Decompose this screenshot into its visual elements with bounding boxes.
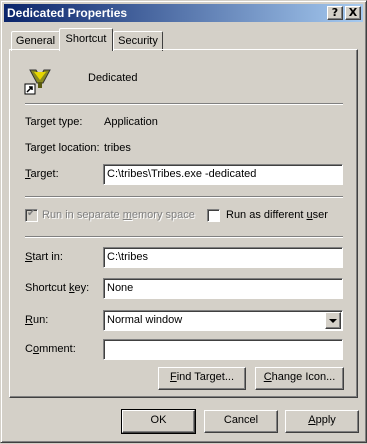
shortcut-key-label: Shortcut key: [25, 282, 90, 294]
run-select-value: Normal window [107, 314, 183, 326]
target-location-value: tribes [104, 142, 131, 154]
start-in-input[interactable]: C:\tribes [103, 247, 343, 268]
separator-3 [25, 236, 343, 238]
shortcut-name: Dedicated [88, 72, 138, 84]
separator-1 [25, 103, 343, 105]
separate-memory-label: Run in separate memory space [42, 209, 195, 221]
properties-dialog: Dedicated Properties ? X General Shortcu… [0, 0, 367, 443]
different-user-label: Run as different user [226, 209, 328, 221]
separator-2 [25, 196, 343, 198]
run-select[interactable]: Normal window [103, 310, 343, 331]
chevron-down-icon[interactable] [325, 312, 341, 329]
separate-memory-checkbox[interactable]: ✔ [25, 208, 38, 222]
comment-input[interactable] [103, 339, 343, 360]
shortcut-app-icon [24, 67, 58, 97]
check-mark-icon: ✔ [27, 208, 36, 219]
panel-content: Dedicated Target type: Application Targe… [1, 1, 367, 444]
target-location-label: Target location: [25, 142, 100, 154]
target-label: Target: [25, 168, 59, 180]
target-type-label: Target type: [25, 116, 83, 128]
find-target-button[interactable]: Find Target... [158, 367, 246, 390]
target-input[interactable]: C:\tribes\Tribes.exe -dedicated [103, 164, 343, 185]
start-in-label: Start in: [25, 251, 63, 263]
different-user-checkbox[interactable] [207, 209, 220, 222]
comment-label: Comment: [25, 343, 76, 355]
target-type-value: Application [104, 116, 158, 128]
run-label: Run: [25, 314, 49, 326]
shortcut-key-input[interactable]: None [103, 278, 343, 299]
change-icon-button[interactable]: Change Icon... [255, 367, 344, 390]
